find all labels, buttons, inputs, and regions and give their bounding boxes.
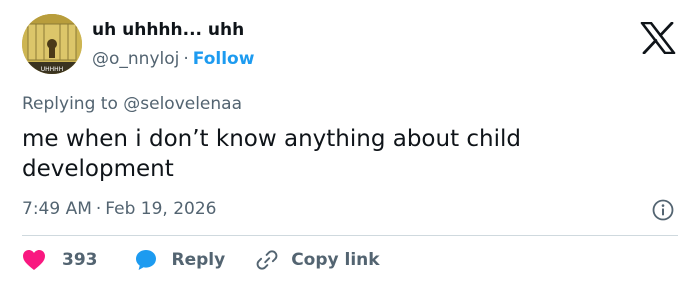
heart-icon bbox=[23, 250, 45, 270]
tweet-text: me when i don’t know anything about chil… bbox=[22, 126, 522, 182]
copy-link-button[interactable]: Copy link bbox=[255, 248, 380, 272]
user-handle[interactable]: @o_nnyloj bbox=[92, 49, 179, 69]
speech-bubble-icon bbox=[135, 250, 156, 270]
avatar-image: UHHHH bbox=[22, 14, 82, 74]
display-name[interactable]: uh uhhhh... uhh bbox=[92, 20, 244, 40]
info-icon[interactable] bbox=[651, 198, 675, 222]
reply-context: Replying to @selovelenaa bbox=[22, 94, 242, 114]
timestamp-link[interactable]: 7:49 AM · Feb 19, 2026 bbox=[22, 199, 217, 219]
tweet-date: Feb 19, 2026 bbox=[105, 199, 217, 219]
like-button[interactable]: 393 bbox=[22, 249, 98, 271]
reply-mention-link[interactable]: @selovelenaa bbox=[123, 94, 242, 114]
reply-context-prefix: Replying to bbox=[22, 94, 118, 114]
reply-label: Reply bbox=[171, 250, 226, 270]
x-logo-icon[interactable] bbox=[640, 22, 676, 54]
reply-button[interactable]: Reply bbox=[134, 248, 226, 272]
follow-button[interactable]: Follow bbox=[193, 49, 255, 69]
link-icon bbox=[256, 250, 278, 270]
separator-dot: · bbox=[95, 199, 102, 219]
divider bbox=[22, 235, 678, 236]
tweet-time: 7:49 AM bbox=[22, 199, 92, 219]
action-bar: 393 Reply Copy link bbox=[22, 247, 380, 273]
avatar-caption: UHHHH bbox=[41, 66, 63, 73]
tweet-card: UHHHH uh uhhhh... uhh @o_nnyloj · Follow R… bbox=[0, 0, 700, 287]
separator-dot: · bbox=[183, 49, 189, 69]
handle-row: @o_nnyloj · Follow bbox=[92, 49, 254, 69]
avatar[interactable]: UHHHH bbox=[22, 14, 82, 74]
copy-link-label: Copy link bbox=[291, 250, 380, 270]
like-count: 393 bbox=[62, 250, 98, 270]
